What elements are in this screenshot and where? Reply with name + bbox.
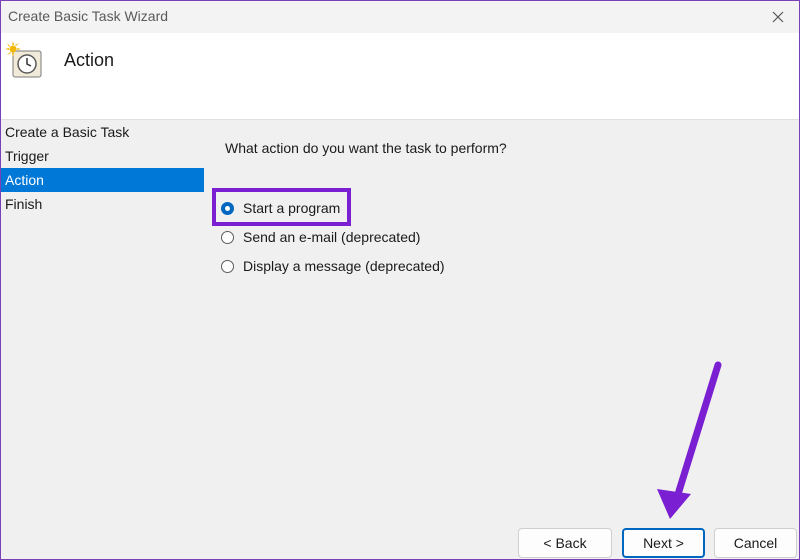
page-title: Action bbox=[64, 50, 115, 70]
sidebar-item-action[interactable]: Action bbox=[1, 168, 204, 192]
task-scheduler-clock-icon bbox=[5, 41, 43, 79]
wizard-window: Create Basic Task Wizard Action Create a… bbox=[0, 0, 800, 560]
next-button[interactable]: Next > bbox=[622, 528, 705, 558]
back-button[interactable]: < Back bbox=[518, 528, 612, 558]
title-bar: Create Basic Task Wizard bbox=[1, 1, 799, 33]
sidebar-item-label: Action bbox=[5, 172, 44, 188]
sidebar-item-label: Finish bbox=[5, 196, 43, 212]
sidebar-item-create-basic-task[interactable]: Create a Basic Task bbox=[1, 120, 204, 144]
sidebar-item-finish[interactable]: Finish bbox=[1, 192, 204, 216]
action-question: What action do you want the task to perf… bbox=[225, 140, 507, 156]
radio-send-email[interactable]: Send an e-mail (deprecated) bbox=[221, 226, 420, 248]
window-title: Create Basic Task Wizard bbox=[8, 8, 169, 24]
wizard-header: Action bbox=[1, 33, 799, 120]
close-icon[interactable] bbox=[765, 5, 791, 29]
wizard-steps-sidebar: Create a Basic Task Trigger Action Finis… bbox=[1, 120, 204, 559]
cancel-button[interactable]: Cancel bbox=[714, 528, 797, 558]
sidebar-item-label: Trigger bbox=[5, 148, 49, 164]
radio-label: Display a message (deprecated) bbox=[243, 258, 445, 274]
annotation-highlight-box bbox=[212, 188, 351, 226]
radio-button[interactable] bbox=[221, 230, 234, 244]
main-content: What action do you want the task to perf… bbox=[204, 120, 799, 559]
sidebar-item-label: Create a Basic Task bbox=[5, 124, 130, 140]
radio-button[interactable] bbox=[221, 259, 234, 273]
radio-label: Send an e-mail (deprecated) bbox=[243, 229, 421, 245]
radio-display-message[interactable]: Display a message (deprecated) bbox=[221, 255, 445, 277]
sidebar-item-trigger[interactable]: Trigger bbox=[1, 144, 204, 168]
